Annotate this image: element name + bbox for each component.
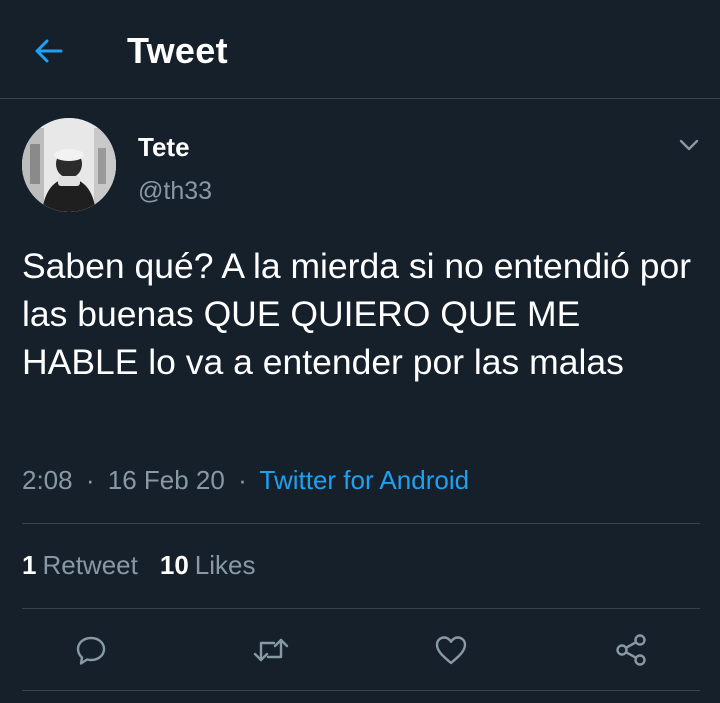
page-title: Tweet [127,30,228,71]
top-bar: Tweet [0,0,720,99]
tweet-date: 16 Feb 20 [107,465,225,495]
author-handle[interactable]: @th33 [138,177,212,206]
likes-count: 10 [159,550,189,580]
back-button[interactable] [30,32,68,70]
arrow-left-icon [35,39,63,63]
divider [22,608,700,609]
likes-stat[interactable]: 10 Likes [160,550,256,580]
meta-separator: · [238,465,247,495]
like-icon [435,636,467,665]
divider [22,690,700,691]
likes-label: Likes [194,550,256,580]
retweets-label: Retweet [42,550,138,580]
share-icon [616,634,646,666]
share-button[interactable] [611,630,651,670]
retweet-icon [253,638,289,662]
more-options-button[interactable] [676,132,702,158]
tweet-time: 2:08 [22,465,73,495]
like-button[interactable] [431,630,471,670]
tweet-stats: 1 Retweet 10 Likes [22,550,255,581]
retweets-stat[interactable]: 1 Retweet [22,550,138,580]
chevron-down-icon [679,139,699,151]
tweet-source-link[interactable]: Twitter for Android [260,465,470,495]
retweet-button[interactable] [251,630,291,670]
reply-button[interactable] [71,630,111,670]
tweet-meta: 2:08 · 16 Feb 20 · Twitter for Android [22,465,469,496]
avatar[interactable] [22,118,116,212]
tweet-text: Saben qué? A la mierda si no entendió po… [22,246,692,382]
reply-icon [76,636,106,665]
divider [22,523,700,524]
meta-separator: · [85,465,95,495]
avatar-photo [22,118,116,212]
retweets-count: 1 [22,550,37,580]
author-name[interactable]: Tete [138,132,190,163]
